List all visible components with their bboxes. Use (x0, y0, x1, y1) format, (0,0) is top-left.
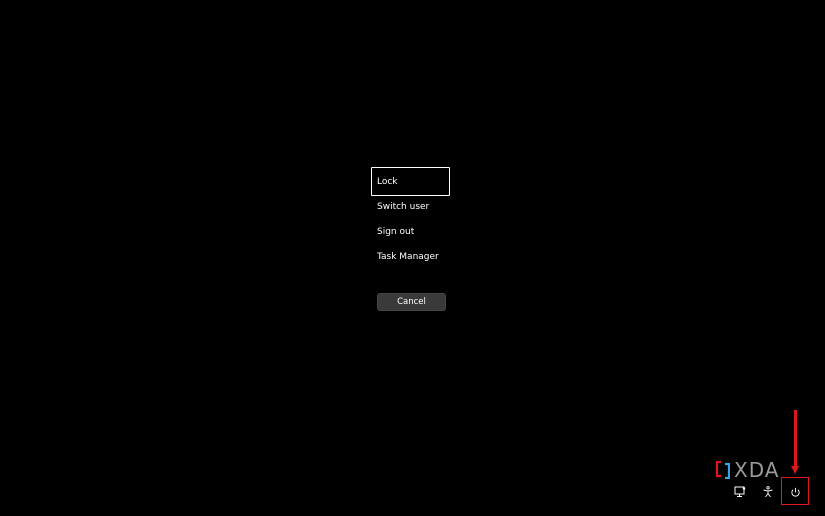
xda-logo-icon (716, 461, 730, 479)
annotation-arrow-shaft (794, 410, 797, 470)
network-icon (734, 486, 746, 497)
accessibility-button[interactable] (757, 481, 779, 503)
security-options-screen: Lock Switch user Sign out Task Manager C… (0, 0, 825, 516)
power-button-highlight (781, 477, 809, 505)
annotation-arrow-head (791, 466, 799, 474)
sign-out-option-label: Sign out (377, 226, 415, 237)
cancel-button[interactable]: Cancel (377, 293, 446, 311)
task-manager-option-label: Task Manager (377, 251, 439, 262)
task-manager-option[interactable]: Task Manager (371, 242, 450, 271)
watermark-text: XDA (734, 458, 780, 482)
switch-user-option-label: Switch user (377, 201, 430, 212)
accessibility-icon (763, 486, 773, 498)
network-button[interactable] (729, 481, 751, 503)
xda-watermark: XDA (716, 459, 779, 481)
security-options-menu: Lock Switch user Sign out Task Manager (371, 167, 450, 267)
lock-option-label: Lock (377, 176, 398, 187)
